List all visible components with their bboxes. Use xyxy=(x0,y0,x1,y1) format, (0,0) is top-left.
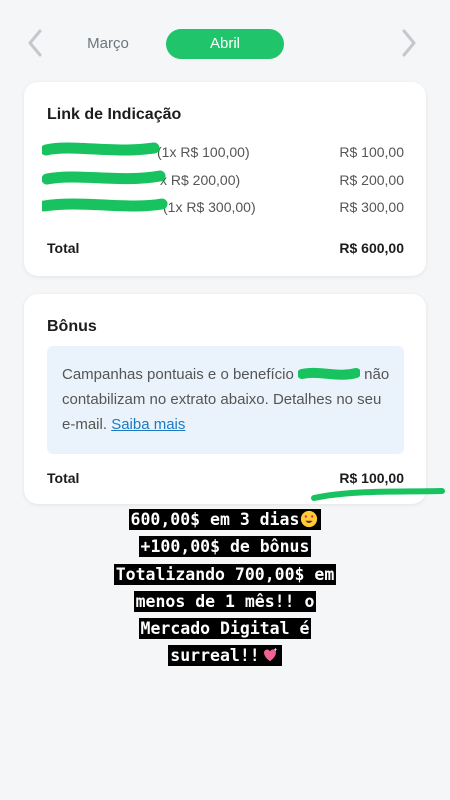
bonus-total-row: Total R$ 100,00 xyxy=(47,470,404,490)
referral-item-desc: (1x R$ 300,00) xyxy=(163,199,256,215)
referral-total-label: Total xyxy=(47,240,80,256)
bonus-title: Bônus xyxy=(47,318,97,335)
bonus-info-text: Campanhas pontuais e o benefício não con… xyxy=(62,362,392,437)
month-selector: Março Abril xyxy=(0,0,450,82)
referral-item-amount: R$ 100,00 xyxy=(339,144,404,160)
overlay-line-4: menos de 1 mês!! o xyxy=(133,590,317,612)
referral-item-amount: R$ 300,00 xyxy=(339,199,404,215)
bonus-info-box: Campanhas pontuais e o benefício não con… xyxy=(47,346,404,454)
overlay-line-6-text: surreal!! xyxy=(170,646,260,666)
bonus-total-value: R$ 100,00 xyxy=(339,470,404,486)
overlay-line-5: Mercado Digital é xyxy=(138,618,312,640)
month-tab-active[interactable]: Abril xyxy=(166,29,284,59)
overlay-line-1-text: 600,00$ em 3 dias xyxy=(130,510,300,529)
chevron-left-icon[interactable] xyxy=(24,26,46,60)
overlay-line-3: Totalizando 700,00$ em xyxy=(113,563,337,585)
month-tab-prev[interactable]: Março xyxy=(74,29,142,59)
saiba-mais-link[interactable]: Saiba mais xyxy=(111,416,185,433)
story-text-overlay: 600,00$ em 3 dias +100,00$ de bônus Tota… xyxy=(0,506,450,670)
referral-item-desc: (1x R$ 100,00) xyxy=(157,144,250,160)
referral-item: (1x R$ 100,00) R$ 100,00 xyxy=(47,144,404,164)
heart-eyes-emoji xyxy=(301,510,318,528)
referral-total-value: R$ 600,00 xyxy=(339,240,404,256)
referral-item-amount: R$ 200,00 xyxy=(339,172,404,188)
bonus-total-label: Total xyxy=(47,470,80,486)
referral-total-row: Total R$ 600,00 xyxy=(47,240,404,260)
referral-item-desc: x R$ 200,00) xyxy=(160,172,241,188)
referral-title: Link de Indicação xyxy=(47,106,182,123)
referral-item: x R$ 200,00) R$ 200,00 xyxy=(47,172,404,192)
bonus-card: Bônus Campanhas pontuais e o benefício n… xyxy=(24,294,426,504)
overlay-line-2: +100,00$ de bônus xyxy=(138,536,312,558)
chevron-right-icon[interactable] xyxy=(398,26,420,60)
sparkling-heart-emoji xyxy=(263,648,278,662)
redaction-scribble xyxy=(298,367,360,380)
referral-item: (1x R$ 300,00) R$ 300,00 xyxy=(47,199,404,219)
bonus-info-text-1: Campanhas pontuais e o benefício xyxy=(62,366,294,383)
overlay-line-1: 600,00$ em 3 dias xyxy=(128,509,322,530)
referral-card: Link de Indicação (1x R$ 100,00) R$ 100,… xyxy=(24,82,426,276)
overlay-line-6: surreal!! xyxy=(168,645,282,667)
